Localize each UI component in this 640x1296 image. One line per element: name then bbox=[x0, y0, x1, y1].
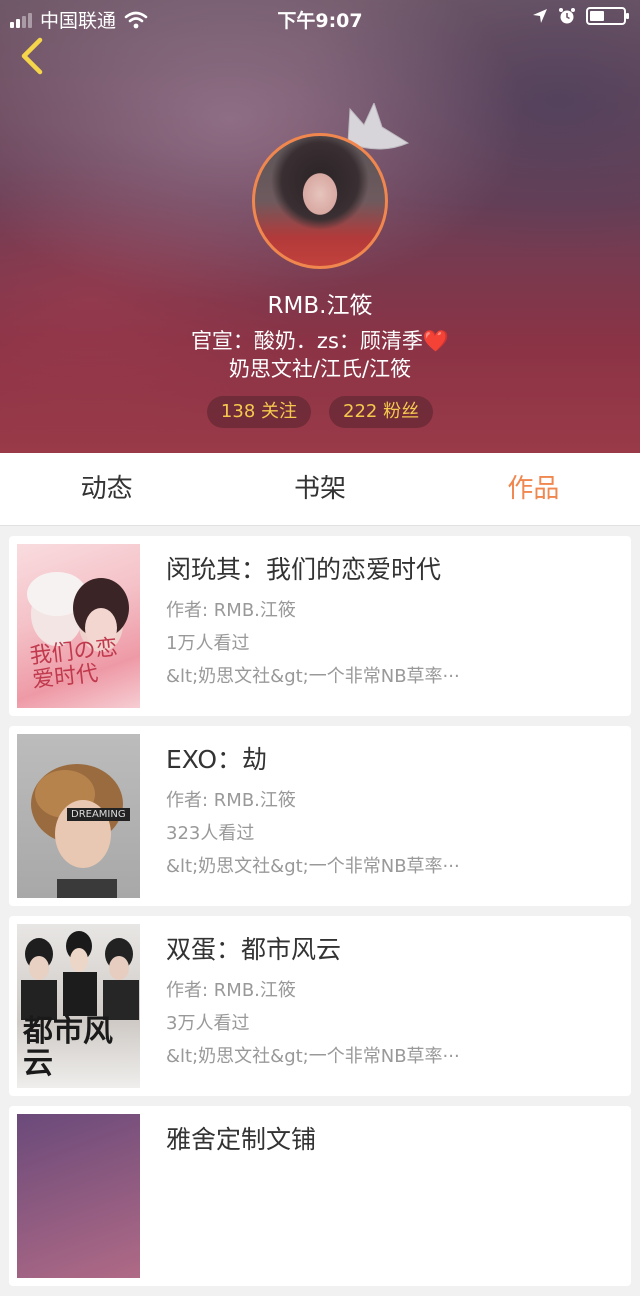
following-button[interactable]: 138 关注 bbox=[206, 396, 311, 428]
book-cover: 我们の恋爱时代 bbox=[17, 544, 140, 708]
cover-label: DREAMING bbox=[67, 808, 130, 821]
avatar-image bbox=[252, 133, 388, 269]
followers-button[interactable]: 222 粉丝 bbox=[329, 396, 434, 428]
book-views: 323人看过 bbox=[166, 823, 255, 844]
profile-header: 中国联通 下午9:07 RMB.江筱 官宣：酸奶．zs：顾清季❤️ 奶思文社/江… bbox=[0, 0, 640, 453]
profile-bio: 官宣：酸奶．zs：顾清季❤️ 奶思文社/江氏/江筱 bbox=[0, 327, 640, 383]
tab-activity[interactable]: 动态 bbox=[0, 453, 213, 525]
book-cover: 都市风云 bbox=[17, 924, 140, 1088]
book-card[interactable]: 我们の恋爱时代 闵玧其：我们的恋爱时代 作者: RMB.江筱 1万人看过 &lt… bbox=[9, 536, 631, 716]
tab-bar: 动态 书架 作品 bbox=[0, 453, 640, 526]
location-arrow-icon bbox=[533, 9, 547, 23]
book-info: 闵玧其：我们的恋爱时代 作者: RMB.江筱 1万人看过 &lt;奶思文社&gt… bbox=[166, 550, 621, 693]
heart-icon: ❤️ bbox=[422, 329, 450, 353]
battery-level bbox=[590, 11, 604, 21]
cover-title-text: 都市风云 bbox=[23, 1014, 113, 1081]
tab-works[interactable]: 作品 bbox=[427, 453, 640, 525]
book-card[interactable]: 雅舍定制文铺 bbox=[9, 1106, 631, 1286]
book-title: 闵玧其：我们的恋爱时代 bbox=[166, 555, 442, 584]
book-author: 作者: RMB.江筱 bbox=[166, 600, 296, 621]
username: RMB.江筱 bbox=[267, 293, 373, 319]
book-info: EXO：劫 作者: RMB.江筱 323人看过 &lt;奶思文社&gt;一个非常… bbox=[166, 740, 621, 883]
book-cover: DREAMING bbox=[17, 734, 140, 898]
chevron-left-icon bbox=[21, 37, 43, 75]
bio-line-2: 奶思文社/江氏/江筱 bbox=[228, 357, 412, 381]
book-info: 雅舍定制文铺 bbox=[166, 1120, 621, 1164]
book-info: 双蛋：都市风云 作者: RMB.江筱 3万人看过 &lt;奶思文社&gt;一个非… bbox=[166, 930, 621, 1073]
works-list: 我们の恋爱时代 闵玧其：我们的恋爱时代 作者: RMB.江筱 1万人看过 &lt… bbox=[9, 536, 631, 1296]
tab-bookshelf[interactable]: 书架 bbox=[213, 453, 426, 525]
bio-line-1: 官宣：酸奶．zs：顾清季 bbox=[190, 329, 423, 353]
book-author: 作者: RMB.江筱 bbox=[166, 790, 296, 811]
alarm-clock-icon bbox=[559, 8, 575, 24]
book-title: EXO：劫 bbox=[166, 745, 268, 774]
book-views: 3万人看过 bbox=[166, 1013, 250, 1034]
book-description: &lt;奶思文社&gt;一个非常NB草率··· bbox=[166, 1046, 460, 1067]
book-title: 双蛋：都市风云 bbox=[166, 935, 342, 964]
battery-icon bbox=[586, 7, 629, 25]
follow-stats: 138 关注 222 粉丝 bbox=[0, 396, 640, 428]
book-card[interactable]: 都市风云 双蛋：都市风云 作者: RMB.江筱 3万人看过 &lt;奶思文社&g… bbox=[9, 916, 631, 1096]
book-description: &lt;奶思文社&gt;一个非常NB草率··· bbox=[166, 666, 460, 687]
book-author: 作者: RMB.江筱 bbox=[166, 980, 296, 1001]
status-right bbox=[532, 7, 629, 25]
avatar[interactable] bbox=[252, 133, 388, 269]
book-card[interactable]: DREAMING EXO：劫 作者: RMB.江筱 323人看过 &lt;奶思文… bbox=[9, 726, 631, 906]
back-button[interactable] bbox=[14, 36, 54, 76]
book-views: 1万人看过 bbox=[166, 633, 250, 654]
book-description: &lt;奶思文社&gt;一个非常NB草率··· bbox=[166, 856, 460, 877]
status-bar: 中国联通 下午9:07 bbox=[0, 0, 640, 36]
book-title: 雅舍定制文铺 bbox=[166, 1125, 317, 1154]
